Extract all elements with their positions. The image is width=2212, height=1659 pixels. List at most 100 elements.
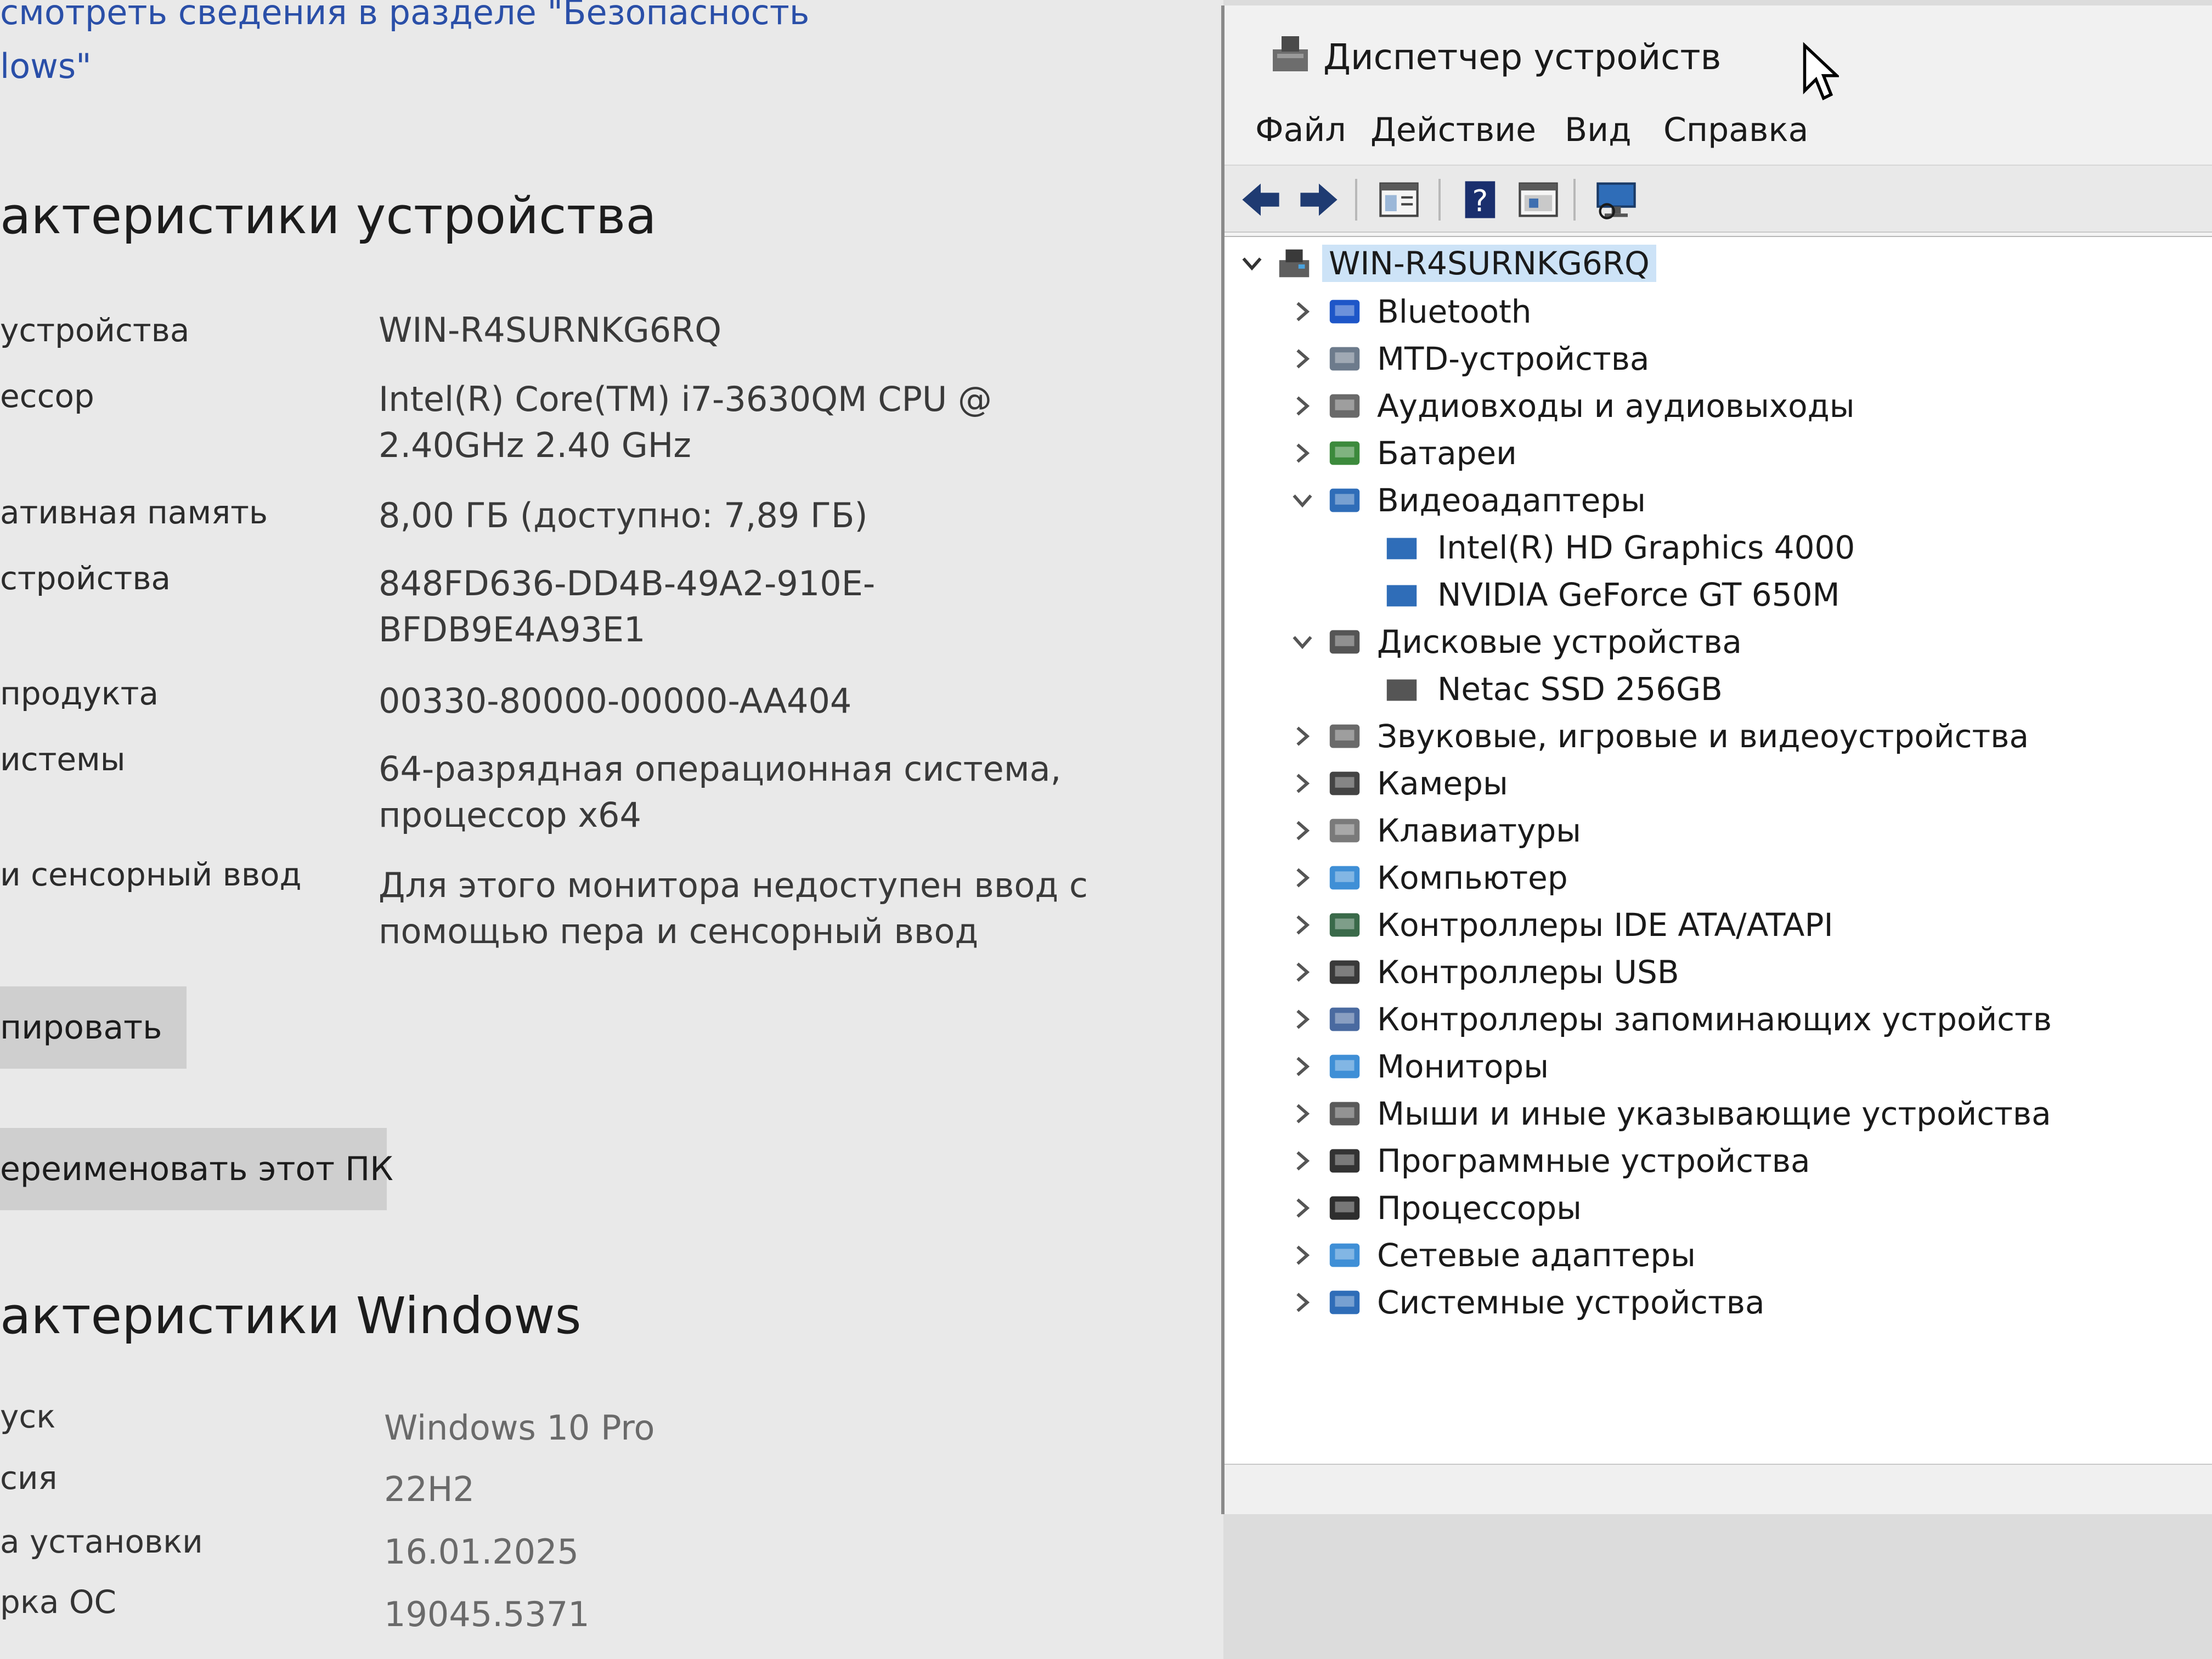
device-tree[interactable]: WIN-R4SURNKG6RQ Bluetooth MTD-устройства А… (1224, 236, 2212, 1465)
menu-file[interactable]: Файл (1255, 111, 1346, 149)
storage-controller-icon (1329, 1007, 1360, 1031)
tree-category-label[interactable]: Звуковые, игровые и видеоустройства (1377, 718, 2029, 755)
bluetooth-icon (1329, 300, 1360, 324)
tree-category-label[interactable]: Аудиовходы и аудиовыходы (1377, 387, 1855, 425)
chevron-right-icon[interactable] (1290, 441, 1314, 465)
mtd-icon (1329, 347, 1360, 371)
chevron-right-icon[interactable] (1290, 1290, 1314, 1314)
spec-value-pen-touch-line2: помощью пера и сенсорный ввод (379, 911, 979, 951)
device-specs-title: актеристики устройства (0, 187, 657, 245)
tree-device-label[interactable]: Netac SSD 256GB (1437, 670, 1723, 708)
chevron-down-icon[interactable] (1290, 630, 1314, 654)
software-device-icon (1329, 1149, 1360, 1173)
spec-value-processor-line1: Intel(R) Core(TM) i7-3630QM CPU @ (379, 379, 992, 419)
spec-label-processor: ессор (0, 377, 94, 415)
help-icon[interactable]: ? (1458, 177, 1504, 223)
spec-value-device-id-line1: 848FD636-DD4B-49A2-910E- (379, 563, 876, 603)
update-driver-icon[interactable] (1515, 177, 1561, 223)
menu-help[interactable]: Справка (1663, 111, 1808, 149)
chevron-right-icon[interactable] (1290, 771, 1314, 795)
rename-pc-button[interactable]: ереименовать этот ПК (0, 1128, 393, 1210)
tree-category-label[interactable]: Видеоадаптеры (1377, 482, 1646, 519)
toolbar-separator (1573, 179, 1576, 221)
tree-root-label[interactable]: WIN-R4SURNKG6RQ (1322, 245, 1656, 282)
tree-category-label[interactable]: Системные устройства (1377, 1284, 1765, 1321)
tree-category-label[interactable]: Дисковые устройства (1377, 623, 1742, 661)
usb-icon (1329, 960, 1360, 984)
chevron-right-icon[interactable] (1290, 1054, 1314, 1079)
tree-category-label[interactable]: MTD-устройства (1377, 340, 1649, 377)
spec-value-system-type-line1: 64-разрядная операционная система, (379, 749, 1062, 789)
windows-value-install-date: 16.01.2025 (384, 1532, 579, 1572)
disk-icon (1386, 679, 1417, 701)
windows-value-version: 22H2 (384, 1469, 475, 1509)
chevron-right-icon[interactable] (1290, 1007, 1314, 1031)
tree-category-label[interactable]: Контроллеры IDE ATA/ATAPI (1377, 906, 1833, 944)
windows-label-os-build: рка ОС (0, 1583, 116, 1621)
spec-value-ram: 8,00 ГБ (доступно: 7,89 ГБ) (379, 495, 868, 535)
display-adapter-icon (1329, 488, 1360, 512)
chevron-right-icon[interactable] (1290, 960, 1314, 984)
tree-category-label[interactable]: Камеры (1377, 765, 1508, 802)
back-icon[interactable] (1238, 177, 1284, 223)
tree-category-label[interactable]: Процессоры (1377, 1189, 1582, 1227)
chevron-down-icon[interactable] (1240, 251, 1264, 275)
tree-category-label[interactable]: Компьютер (1377, 859, 1568, 896)
windows-label-install-date: а установки (0, 1523, 203, 1560)
spec-label-pen-touch: и сенсорный ввод (0, 856, 302, 893)
chevron-right-icon[interactable] (1290, 300, 1314, 324)
chevron-right-icon[interactable] (1290, 724, 1314, 748)
properties-icon[interactable] (1376, 177, 1422, 223)
tree-category-label[interactable]: Сетевые адаптеры (1377, 1237, 1696, 1274)
toolbar-separator (1355, 179, 1357, 221)
tree-category-label[interactable]: Контроллеры USB (1377, 953, 1679, 991)
tree-category-label[interactable]: Мониторы (1377, 1048, 1549, 1085)
chevron-right-icon[interactable] (1290, 1102, 1314, 1126)
sound-icon (1329, 724, 1360, 748)
menu-action[interactable]: Действие (1370, 111, 1536, 149)
processor-icon (1329, 1196, 1360, 1220)
disk-icon (1329, 630, 1360, 654)
chevron-right-icon[interactable] (1290, 913, 1314, 937)
windows-value-edition: Windows 10 Pro (384, 1408, 655, 1448)
chevron-right-icon[interactable] (1290, 1196, 1314, 1220)
tree-device-label[interactable]: Intel(R) HD Graphics 4000 (1437, 529, 1855, 566)
tree-category-label[interactable]: Программные устройства (1377, 1142, 1810, 1180)
computer-root-icon (1279, 249, 1310, 278)
ide-icon (1329, 913, 1360, 937)
chevron-right-icon[interactable] (1290, 1243, 1314, 1267)
spec-label-system-type: истемы (0, 741, 126, 778)
svg-text:?: ? (1472, 183, 1488, 218)
chevron-right-icon[interactable] (1290, 347, 1314, 371)
tree-category-label[interactable]: Контроллеры запоминающих устройств (1377, 1001, 2052, 1038)
title-bar[interactable]: Диспетчер устройств (1224, 5, 2212, 110)
display-adapter-icon (1386, 585, 1417, 607)
device-manager-window: Диспетчер устройств Файл Действие Вид Сп… (1221, 5, 2212, 1514)
spec-value-product-id: 00330-80000-00000-AA404 (379, 681, 852, 721)
menu-view[interactable]: Вид (1565, 111, 1632, 149)
tree-category-label[interactable]: Bluetooth (1377, 293, 1532, 330)
spec-label-product-id: продукта (0, 675, 159, 712)
keyboard-icon (1329, 819, 1360, 843)
monitor-scan-icon[interactable] (1593, 177, 1639, 223)
speaker-icon (1329, 394, 1360, 418)
tree-device-label[interactable]: NVIDIA GeForce GT 650M (1437, 576, 1840, 613)
window-title: Диспетчер устройств (1323, 37, 1722, 78)
tree-category-label[interactable]: Батареи (1377, 435, 1517, 472)
chevron-down-icon[interactable] (1290, 488, 1314, 512)
chevron-right-icon[interactable] (1290, 866, 1314, 890)
chevron-right-icon[interactable] (1290, 394, 1314, 418)
spec-value-device-name: WIN-R4SURNKG6RQ (379, 310, 722, 350)
forward-icon[interactable] (1296, 177, 1342, 223)
device-manager-icon (1273, 36, 1308, 71)
security-link-continued[interactable]: lows" (0, 46, 92, 86)
chevron-right-icon[interactable] (1290, 819, 1314, 843)
copy-button[interactable]: пировать (0, 986, 187, 1069)
display-adapter-icon (1386, 538, 1417, 560)
monitor-icon (1329, 1054, 1360, 1079)
security-link[interactable]: смотреть сведения в разделе "Безопасност… (0, 0, 809, 32)
tree-category-label[interactable]: Клавиатуры (1377, 812, 1581, 849)
system-devices-icon (1329, 1290, 1360, 1314)
chevron-right-icon[interactable] (1290, 1149, 1314, 1173)
tree-category-label[interactable]: Мыши и иные указывающие устройства (1377, 1095, 2051, 1132)
